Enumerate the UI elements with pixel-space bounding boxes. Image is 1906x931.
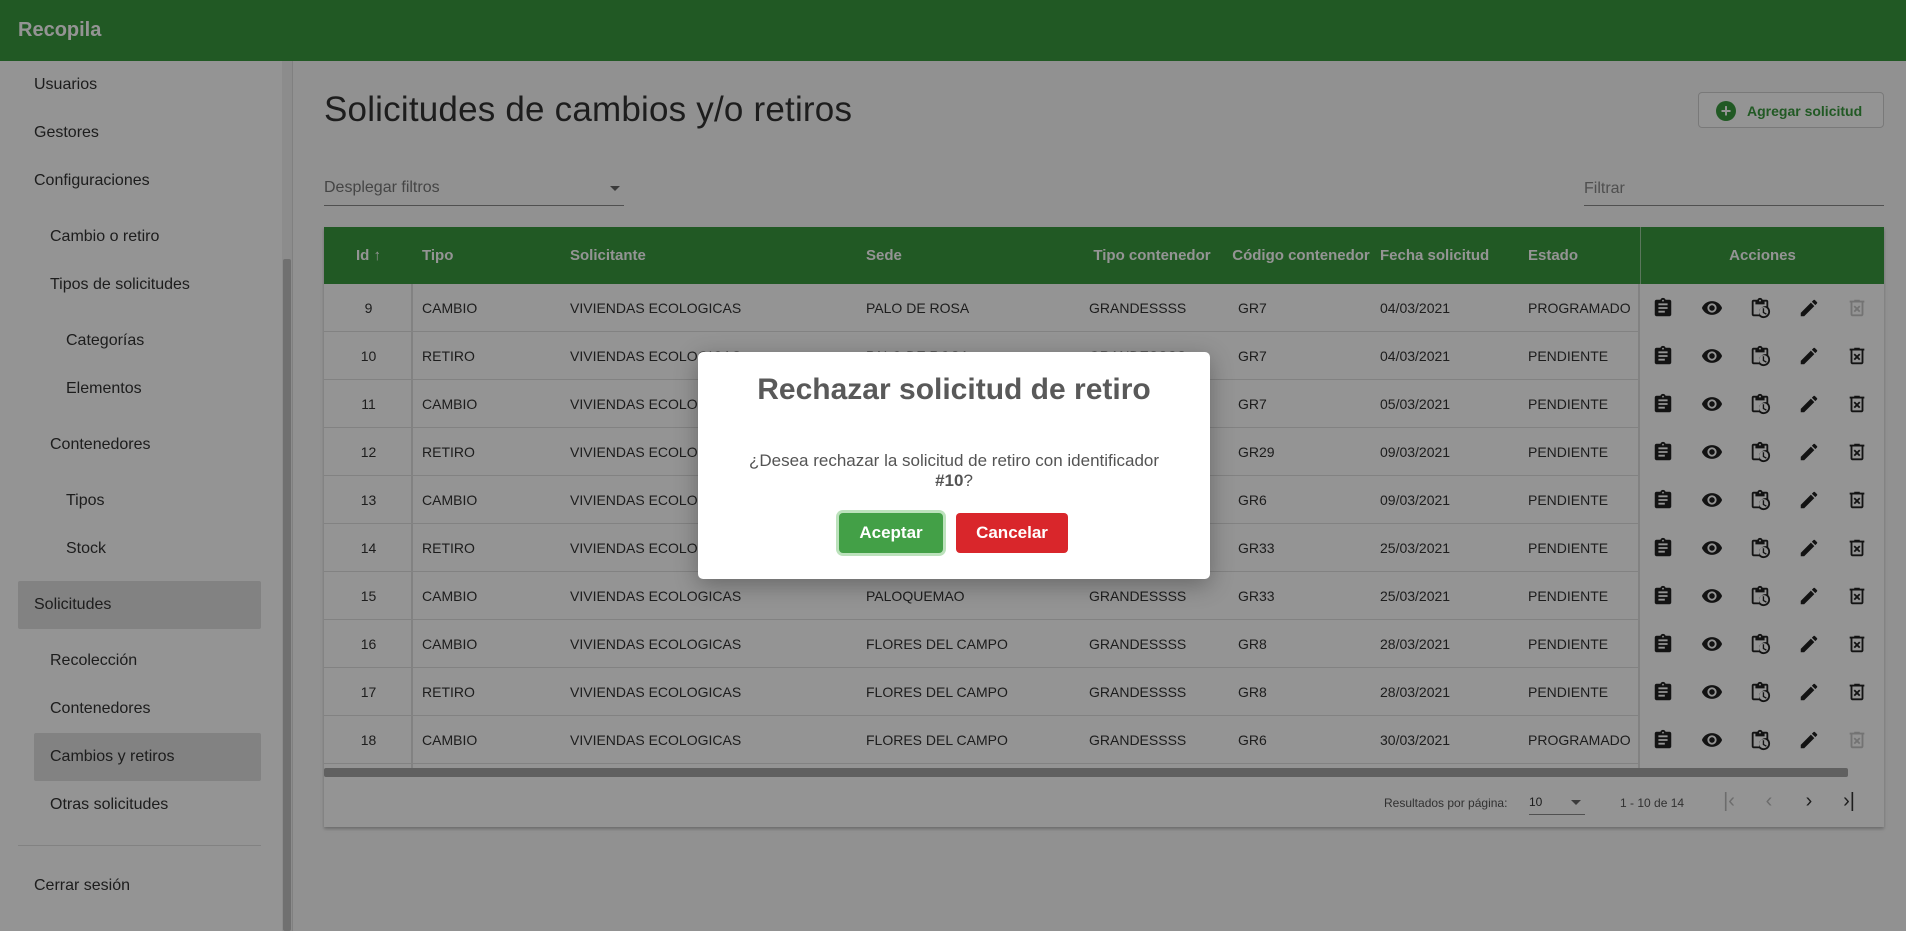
dialog-request-id: #10 [935,471,964,490]
dialog-title: Rechazar solicitud de retiro [757,373,1151,406]
accept-button[interactable]: Aceptar [839,513,943,553]
dialog-message-end: ? [963,471,973,490]
reject-request-dialog: Rechazar solicitud de retiro ¿Desea rech… [698,352,1210,579]
dialog-message-text: ¿Desea rechazar la solicitud de retiro c… [748,451,1160,470]
cancel-button[interactable]: Cancelar [956,513,1068,553]
dialog-message: ¿Desea rechazar la solicitud de retiro c… [738,451,1170,491]
